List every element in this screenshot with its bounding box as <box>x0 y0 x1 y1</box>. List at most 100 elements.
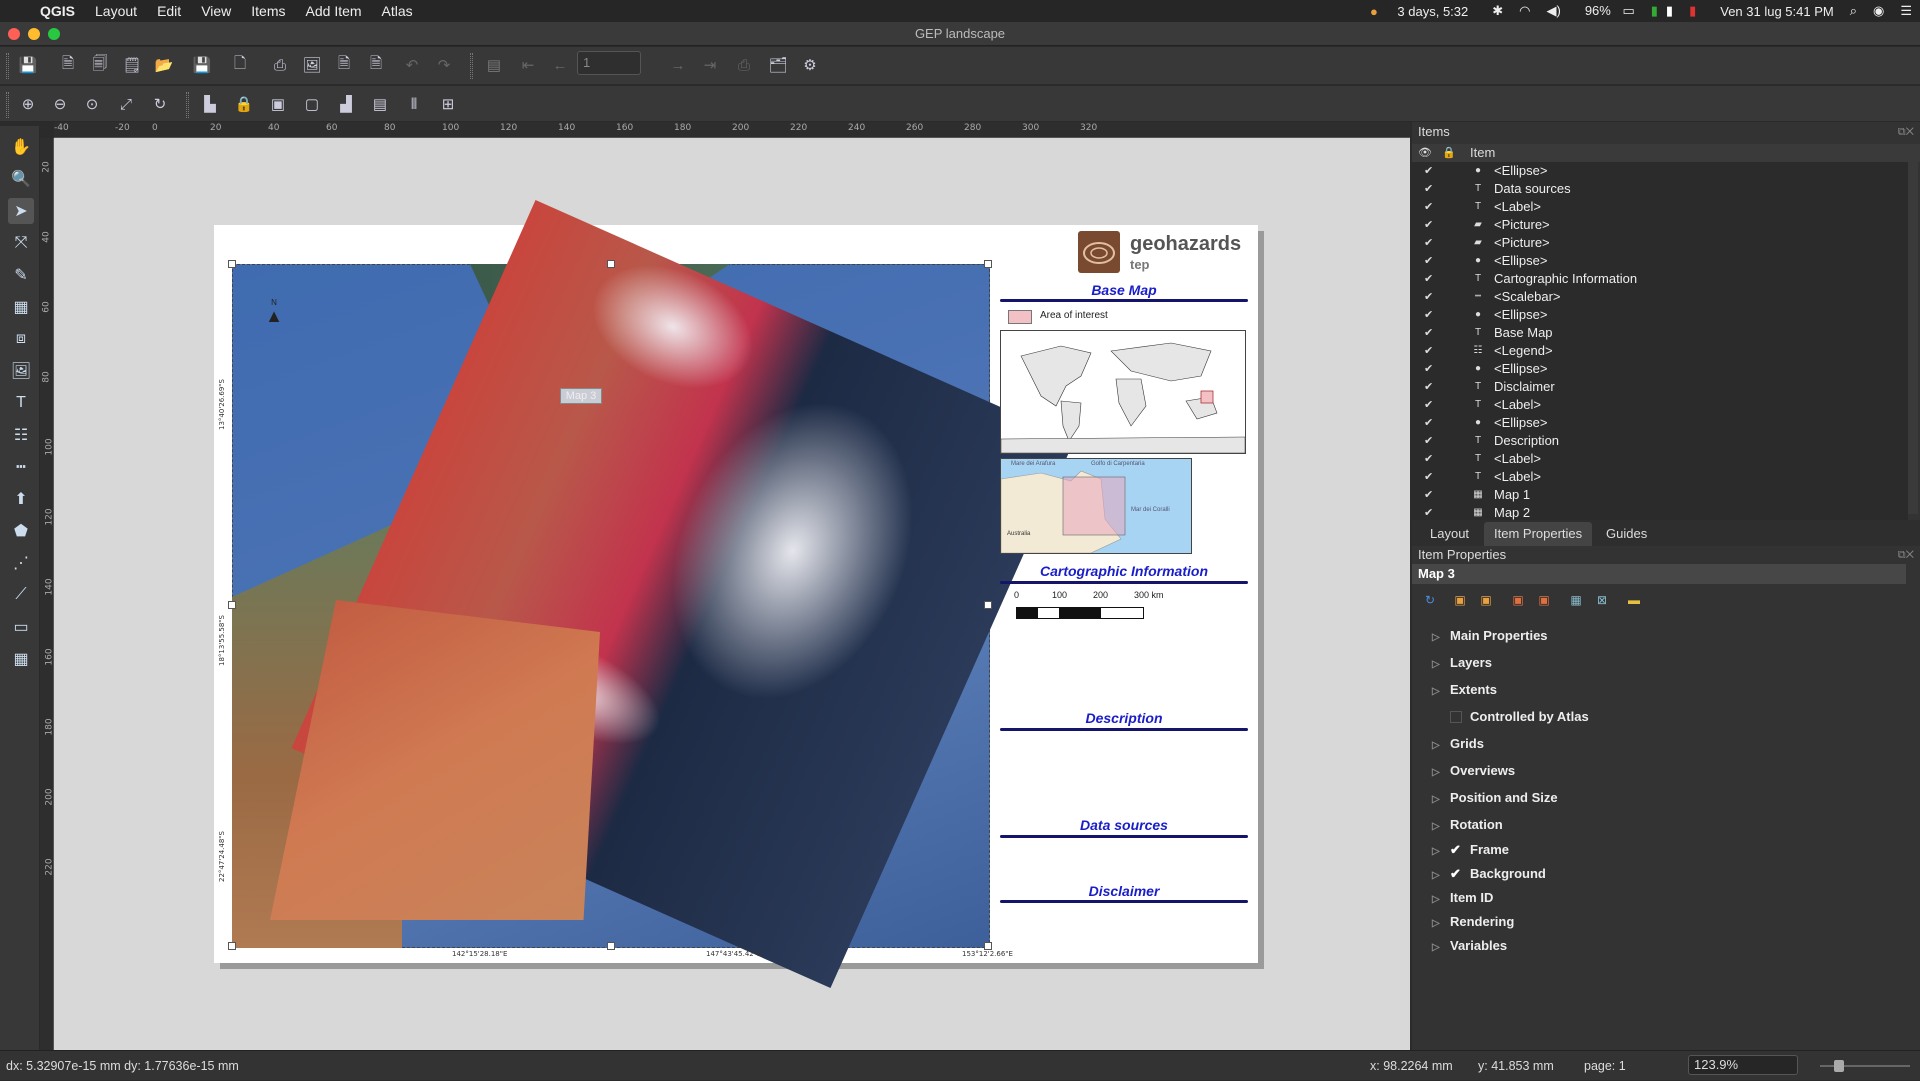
add-scalebar-icon[interactable]: ┅ <box>8 454 34 480</box>
geohazards-logo[interactable]: geohazards tep <box>1078 231 1246 275</box>
tab-item-properties[interactable]: Item Properties <box>1484 522 1593 546</box>
item-row[interactable]: ✔ T <Label> <box>1412 450 1908 468</box>
prop-section[interactable]: ▷ Variables <box>1432 938 1507 953</box>
item-row[interactable]: ✔ T <Label> <box>1412 198 1908 216</box>
resize-handle-tr[interactable] <box>984 260 992 268</box>
export-atlas-icon[interactable]: 🗂 <box>766 53 790 77</box>
zoom-100-icon[interactable]: ⊙ <box>80 92 104 116</box>
visibility-checkbox[interactable]: ✔ <box>1424 324 1433 342</box>
temporal-icon[interactable]: ▬ <box>1626 592 1642 608</box>
add-north-arrow-icon[interactable]: ⬆ <box>8 486 34 512</box>
save-icon[interactable]: 💾 <box>16 53 40 77</box>
visibility-checkbox[interactable]: ✔ <box>1424 288 1433 306</box>
tab-guides[interactable]: Guides <box>1596 522 1657 546</box>
visibility-checkbox[interactable]: ✔ <box>1424 468 1433 486</box>
expand-icon[interactable]: ▷ <box>1432 632 1450 643</box>
item-row[interactable]: ✔ T Base Map <box>1412 324 1908 342</box>
visibility-checkbox[interactable]: ✔ <box>1424 414 1433 432</box>
control-center-icon[interactable]: ☰ <box>1892 3 1920 19</box>
first-feature-icon[interactable]: ⇤ <box>516 53 540 77</box>
save-template-icon[interactable]: 💾 <box>190 53 214 77</box>
print-icon[interactable]: ⎙ <box>268 53 292 77</box>
zoom-out-icon[interactable]: ⊖ <box>48 92 72 116</box>
item-row[interactable]: ✔ ▰ <Picture> <box>1412 216 1908 234</box>
resize-handle-ml[interactable] <box>228 601 236 609</box>
item-row[interactable]: ✔ ● <Ellipse> <box>1412 414 1908 432</box>
zoom-tool-icon[interactable]: 🔍 <box>8 166 34 192</box>
print-atlas-icon[interactable]: ⎙ <box>732 53 756 77</box>
expand-icon[interactable]: ▷ <box>1432 846 1450 857</box>
pan-tool-icon[interactable]: ✋ <box>8 134 34 160</box>
visibility-checkbox[interactable]: ✔ <box>1424 360 1433 378</box>
item-row[interactable]: ✔ T <Label> <box>1412 396 1908 414</box>
visibility-checkbox[interactable]: ✔ <box>1424 450 1433 468</box>
move-content-icon[interactable]: ▣ <box>1536 592 1552 608</box>
refresh-preview-icon[interactable]: ↻ <box>1422 592 1438 608</box>
checkbox-checked[interactable]: ✔ <box>1450 842 1464 858</box>
australia-inset-map[interactable]: Mare dei Arafura Golfo di Carpentaria Ma… <box>1000 458 1192 554</box>
set-extent-icon[interactable]: ▣ <box>1452 592 1468 608</box>
prop-section[interactable]: ▷ Layers <box>1432 655 1492 670</box>
item-row[interactable]: ✔ T Cartographic Information <box>1412 270 1908 288</box>
label-settings-icon[interactable]: ▦ <box>1568 592 1584 608</box>
item-row[interactable]: ✔ ● <Ellipse> <box>1412 252 1908 270</box>
item-row[interactable]: ✔ ☷ <Legend> <box>1412 342 1908 360</box>
raise-icon[interactable]: ▟ <box>334 92 358 116</box>
zoom-slider[interactable] <box>1820 1051 1910 1081</box>
expand-icon[interactable]: ▷ <box>1432 794 1450 805</box>
battery-status[interactable]: 96% ▭ <box>1569 3 1643 19</box>
menu-app[interactable]: QGIS <box>30 3 85 19</box>
open-template-icon[interactable]: 📂 <box>152 53 176 77</box>
item-row[interactable]: ✔ T Description <box>1412 432 1908 450</box>
visibility-checkbox[interactable]: ✔ <box>1424 270 1433 288</box>
export-svg-icon[interactable]: 🗎 <box>332 53 356 77</box>
wifi-icon[interactable]: ◠ <box>1511 3 1538 19</box>
timer-status[interactable]: ● 3 days, 5:32 <box>1354 4 1484 19</box>
add-legend-icon[interactable]: ☷ <box>8 422 34 448</box>
item-row[interactable]: ✔ ▰ <Picture> <box>1412 234 1908 252</box>
add-attribute-table-icon[interactable]: ▦ <box>8 646 34 672</box>
menu-add-item[interactable]: Add Item <box>296 3 372 19</box>
visibility-checkbox[interactable]: ✔ <box>1424 234 1433 252</box>
item-row[interactable]: ✔ ● <Ellipse> <box>1412 360 1908 378</box>
prop-section[interactable]: Controlled by Atlas <box>1432 709 1589 724</box>
siri-icon[interactable]: ◉ <box>1865 3 1892 19</box>
item-row[interactable]: ✔ ┅ <Scalebar> <box>1412 288 1908 306</box>
base-map-title[interactable]: Base Map <box>1000 282 1248 298</box>
distribute-icon[interactable]: ⫴ <box>402 92 426 116</box>
atlas-settings-icon[interactable]: ⚙ <box>798 53 822 77</box>
datetime[interactable]: Ven 31 lug 5:41 PM <box>1712 4 1841 19</box>
menu-view[interactable]: View <box>191 3 241 19</box>
visibility-checkbox[interactable]: ✔ <box>1424 252 1433 270</box>
view-extent-icon[interactable]: ▣ <box>1478 592 1494 608</box>
prop-section[interactable]: ▷ Overviews <box>1432 763 1515 778</box>
description-title[interactable]: Description <box>1000 710 1248 726</box>
checkbox[interactable] <box>1450 711 1462 723</box>
layout-manager-icon[interactable]: 🗒 <box>120 53 144 77</box>
bluetooth-icon[interactable]: ✱ <box>1484 3 1511 19</box>
resize-icon[interactable]: ⊞ <box>436 92 460 116</box>
visibility-icon[interactable]: 👁 <box>1418 144 1432 162</box>
clipping-icon[interactable]: ⊠ <box>1594 592 1610 608</box>
search-icon[interactable]: ⌕ <box>1842 3 1865 19</box>
zoom-field[interactable]: 123.9% <box>1688 1055 1798 1075</box>
visibility-checkbox[interactable]: ✔ <box>1424 162 1433 180</box>
ungroup-items-icon[interactable]: ▢ <box>300 92 324 116</box>
lock-icon[interactable]: 🔒 <box>1442 144 1456 162</box>
select-tool-icon[interactable]: ➤ <box>8 198 34 224</box>
visibility-checkbox[interactable]: ✔ <box>1424 486 1433 504</box>
item-row[interactable]: ✔ ● <Ellipse> <box>1412 306 1908 324</box>
visibility-checkbox[interactable]: ✔ <box>1424 432 1433 450</box>
duplicate-layout-icon[interactable]: 🗐 <box>88 53 112 77</box>
items-list[interactable]: ✔ ● <Ellipse> ✔ T Data sources ✔ T <Label> ✔ ▰ <Pic… <box>1412 162 1918 532</box>
item-row[interactable]: ✔ T Disclaimer <box>1412 378 1908 396</box>
add-polyline-icon[interactable]: ⟋ <box>8 582 34 608</box>
checkbox-checked[interactable]: ✔ <box>1450 866 1464 882</box>
add-picture-icon[interactable]: 🖼 <box>8 358 34 384</box>
prop-section[interactable]: ▷ Main Properties <box>1432 628 1548 643</box>
dock-float-close-icon[interactable]: ⧉✕ <box>1898 546 1914 564</box>
expand-icon[interactable]: ▷ <box>1432 870 1450 881</box>
expand-icon[interactable]: ▷ <box>1432 740 1450 751</box>
item-row[interactable]: ✔ ● <Ellipse> <box>1412 162 1908 180</box>
prop-section[interactable]: ▷ Rotation <box>1432 817 1503 832</box>
